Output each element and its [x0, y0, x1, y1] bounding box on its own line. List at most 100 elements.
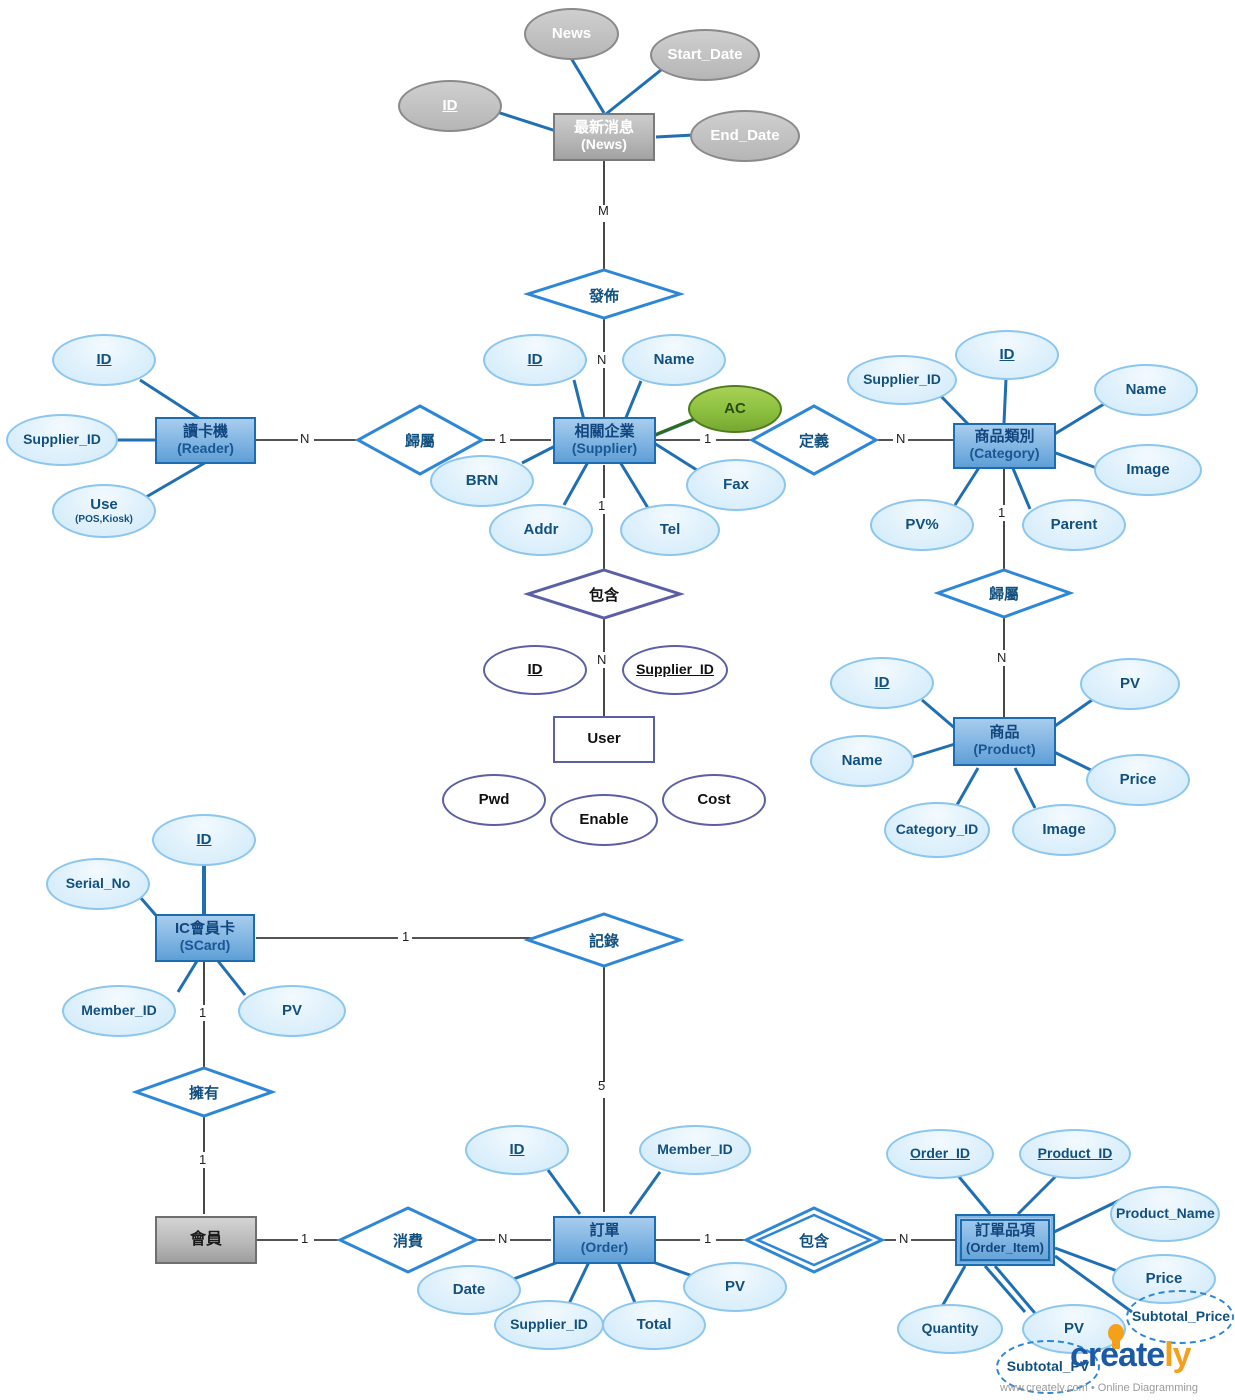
attribute-scard-pv-label: PV	[281, 1001, 302, 1019]
entity-supplier[interactable]: 相關企業 (Supplier)	[553, 417, 656, 464]
attribute-scard-member-id[interactable]: Member_ID	[62, 985, 176, 1037]
entity-reader[interactable]: 讀卡機 (Reader)	[155, 417, 256, 464]
creately-watermark: creately	[1070, 1338, 1230, 1372]
attribute-order-date-label: Date	[452, 1280, 486, 1298]
attribute-reader-supplier-id-label: Supplier_ID	[23, 431, 101, 448]
attribute-category-name[interactable]: Name	[1094, 364, 1198, 416]
entity-order-item[interactable]: 訂單品項 (Order_Item)	[955, 1214, 1055, 1266]
entity-category-cn: 商品類別	[974, 428, 1035, 446]
attribute-orderitem-product-id[interactable]: Product_ID	[1019, 1129, 1131, 1179]
attribute-scard-id-label: ID	[196, 830, 212, 848]
attribute-supplier-name-label: Name	[653, 350, 695, 368]
attribute-category-supplier-id-label: Supplier_ID	[863, 371, 941, 388]
attribute-order-member-id[interactable]: Member_ID	[639, 1125, 751, 1175]
relationship-publish[interactable]: 發佈	[528, 276, 680, 314]
attribute-category-id-label: ID	[999, 345, 1015, 363]
relationship-belong-right[interactable]: 歸屬	[938, 575, 1070, 611]
attribute-order-id[interactable]: ID	[465, 1125, 569, 1175]
relationship-define[interactable]: 定義	[752, 422, 876, 458]
attribute-category-id[interactable]: ID	[955, 330, 1059, 380]
attribute-user-id[interactable]: ID	[483, 645, 587, 695]
attribute-supplier-fax[interactable]: Fax	[686, 459, 786, 511]
attribute-reader-supplier-id[interactable]: Supplier_ID	[6, 414, 118, 466]
attribute-product-pv[interactable]: PV	[1080, 658, 1180, 710]
attribute-supplier-addr-label: Addr	[523, 520, 559, 538]
attribute-news-end-date[interactable]: End_Date	[690, 110, 800, 162]
attribute-news-start-date[interactable]: Start_Date	[650, 29, 760, 81]
attribute-orderitem-quantity[interactable]: Quantity	[897, 1304, 1003, 1354]
entity-member[interactable]: 會員	[155, 1216, 257, 1264]
attribute-supplier-brn[interactable]: BRN	[430, 455, 534, 507]
entity-member-label: 會員	[189, 1231, 222, 1249]
relationship-contain-middle[interactable]: 包含	[528, 576, 680, 612]
attribute-order-supplier-id[interactable]: Supplier_ID	[494, 1300, 604, 1350]
attribute-order-date[interactable]: Date	[417, 1265, 521, 1315]
attribute-supplier-name[interactable]: Name	[622, 334, 726, 386]
attribute-order-total-label: Total	[636, 1315, 672, 1333]
entity-news[interactable]: 最新消息 (News)	[553, 113, 655, 161]
attribute-user-cost[interactable]: Cost	[662, 774, 766, 826]
entity-order-cn: 訂單	[589, 1222, 620, 1240]
attribute-scard-pv[interactable]: PV	[238, 985, 346, 1037]
entity-product[interactable]: 商品 (Product)	[953, 717, 1056, 766]
entity-user-label: User	[587, 730, 621, 748]
attribute-product-image[interactable]: Image	[1012, 804, 1116, 856]
attribute-reader-use[interactable]: Use (POS,Kiosk)	[52, 484, 156, 538]
relationship-contain-bottom[interactable]: 包含	[746, 1222, 882, 1258]
attribute-product-name[interactable]: Name	[810, 735, 914, 787]
entity-scard[interactable]: IC會員卡 (SCard)	[155, 914, 255, 962]
attribute-order-pv[interactable]: PV	[683, 1262, 787, 1312]
attribute-category-image[interactable]: Image	[1094, 444, 1202, 496]
attribute-supplier-addr[interactable]: Addr	[489, 504, 593, 556]
attribute-product-name-label: Name	[841, 751, 883, 769]
attribute-orderitem-order-id[interactable]: Order_ID	[886, 1129, 994, 1179]
attribute-reader-use-label: Use	[90, 496, 118, 513]
attribute-user-supplier-id-label: Supplier_ID	[636, 661, 714, 678]
relationship-consume[interactable]: 消費	[340, 1222, 476, 1258]
attribute-scard-serial-no[interactable]: Serial_No	[46, 858, 150, 910]
cardinality-own-member: 1	[199, 1152, 207, 1167]
entity-news-en: (News)	[581, 136, 627, 152]
attribute-order-member-id-label: Member_ID	[657, 1141, 733, 1158]
attribute-user-enable[interactable]: Enable	[550, 794, 658, 846]
attribute-product-id[interactable]: ID	[830, 657, 934, 709]
attribute-supplier-tel[interactable]: Tel	[620, 504, 720, 556]
relationship-belong-left[interactable]: 歸屬	[358, 422, 482, 458]
attribute-user-supplier-id[interactable]: Supplier_ID	[622, 645, 728, 695]
entity-category[interactable]: 商品類別 (Category)	[953, 423, 1056, 469]
entity-reader-en: (Reader)	[177, 439, 234, 456]
relationship-record[interactable]: 記錄	[528, 922, 680, 958]
creately-brand: creately	[1070, 1338, 1230, 1372]
relationship-own[interactable]: 擁有	[136, 1074, 272, 1110]
attribute-news-news[interactable]: News	[524, 8, 619, 60]
attribute-category-supplier-id[interactable]: Supplier_ID	[847, 355, 957, 405]
attribute-reader-id[interactable]: ID	[52, 334, 156, 386]
attribute-orderitem-subtotal-price-label: Subtotal_Price	[1132, 1308, 1231, 1325]
attribute-product-price[interactable]: Price	[1086, 754, 1190, 806]
entity-order[interactable]: 訂單 (Order)	[553, 1216, 656, 1264]
attribute-supplier-ac[interactable]: AC	[688, 385, 782, 433]
attribute-supplier-id[interactable]: ID	[483, 334, 587, 386]
attribute-orderitem-product-name[interactable]: Product_Name	[1110, 1186, 1220, 1242]
attribute-category-pv-percent[interactable]: PV%	[870, 499, 974, 551]
attribute-orderitem-product-name-label: Product_Name	[1116, 1205, 1215, 1222]
creately-brand-b: ly	[1164, 1336, 1191, 1374]
cardinality-publish-supplier: N	[597, 352, 607, 367]
cardinality-record-order: 5	[598, 1078, 606, 1093]
attribute-order-total[interactable]: Total	[602, 1300, 706, 1350]
attribute-product-category-id[interactable]: Category_ID	[884, 802, 990, 858]
creately-brand-a: create	[1070, 1336, 1165, 1374]
attribute-news-news-label: News	[551, 24, 592, 42]
attribute-category-parent[interactable]: Parent	[1022, 499, 1126, 551]
entity-order-item-cn: 訂單品項	[974, 1222, 1035, 1240]
attribute-user-pwd[interactable]: Pwd	[442, 774, 546, 826]
attribute-supplier-brn-label: BRN	[465, 471, 499, 489]
attribute-scard-id[interactable]: ID	[152, 814, 256, 866]
cardinality-order-contain: 1	[704, 1231, 712, 1246]
attribute-news-id[interactable]: ID	[398, 80, 502, 132]
attribute-reader-use-note: (POS,Kiosk)	[75, 513, 133, 525]
entity-product-en: (Product)	[973, 740, 1036, 757]
attribute-supplier-tel-label: Tel	[659, 520, 681, 538]
entity-user[interactable]: User	[553, 716, 655, 763]
cardinality-consume-order: N	[498, 1231, 508, 1246]
